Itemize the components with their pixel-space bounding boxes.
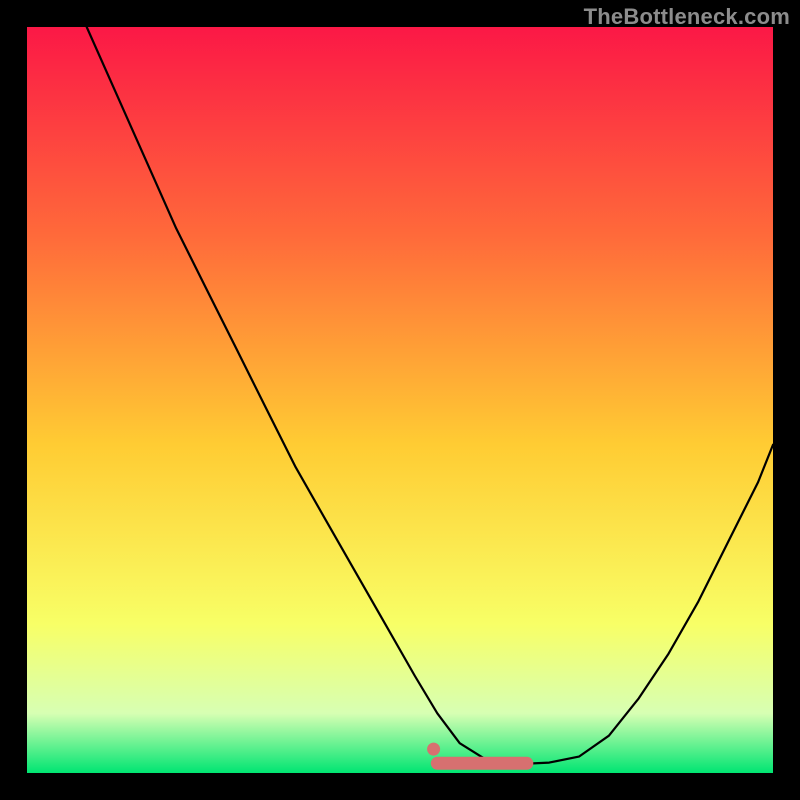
gradient-background [27,27,773,773]
chart-svg [27,27,773,773]
plot-area [27,27,773,773]
chart-frame: TheBottleneck.com [0,0,800,800]
minimum-point-dot [427,743,440,756]
